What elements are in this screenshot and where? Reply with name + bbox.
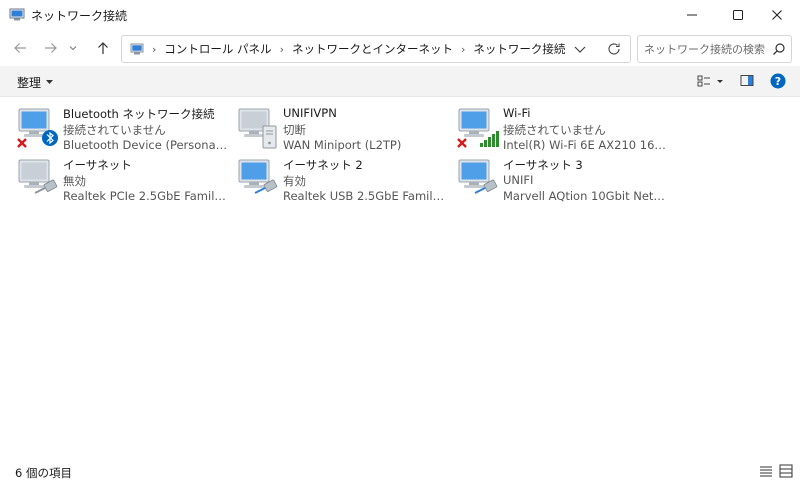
search-input[interactable] (644, 40, 766, 58)
connection-name: イーサネット 3 (503, 158, 583, 172)
breadcrumb-separator: › (460, 42, 466, 56)
bluetooth-network-icon (17, 108, 58, 148)
ethernet-network-icon (238, 159, 278, 194)
preview-pane-icon[interactable] (740, 72, 754, 90)
command-bar: 整理 ? (0, 66, 800, 96)
organize-button[interactable]: 整理 (17, 74, 54, 91)
search-icon (773, 43, 785, 55)
breadcrumb-item-network-connections[interactable]: ネットワーク接続 (473, 41, 565, 57)
connection-device: Realtek PCIe 2.5GbE Family Contr... (63, 189, 228, 203)
list-item-bluetooth[interactable]: Bluetooth ネットワーク接続 接続されていません Bluetooth D… (17, 106, 232, 156)
up-button[interactable] (91, 36, 115, 60)
list-item-ethernet[interactable]: イーサネット 無効 Realtek PCIe 2.5GbE Family Con… (17, 157, 232, 207)
window-title: ネットワーク接続 (31, 9, 128, 23)
connection-status: UNIFI (503, 173, 534, 187)
forward-arrow-icon (45, 43, 57, 53)
connection-name: UNIFIVPN (283, 106, 337, 120)
maximize-icon (733, 10, 743, 20)
svg-text:?: ? (775, 75, 781, 88)
refresh-icon[interactable] (606, 41, 622, 57)
connection-device: Realtek USB 2.5GbE Family Contr... (283, 189, 448, 203)
list-item-unifivpn[interactable]: UNIFIVPN 切断 WAN Miniport (L2TP) (237, 106, 452, 156)
back-arrow-icon (14, 43, 26, 53)
connection-device: Marvell AQtion 10Gbit Network A... (503, 189, 668, 203)
vpn-network-icon (238, 108, 277, 149)
back-button[interactable] (8, 36, 32, 60)
connection-device: Intel(R) Wi-Fi 6E AX210 160MHz (503, 138, 668, 152)
chevron-down-icon (46, 80, 54, 84)
breadcrumb-separator: › (279, 42, 284, 56)
item-count: 6 個の項目 (15, 466, 72, 480)
change-view-icon[interactable] (697, 72, 711, 90)
minimize-button[interactable] (669, 0, 715, 30)
list-item-wifi[interactable]: Wi-Fi 接続されていません Intel(R) Wi-Fi 6E AX210 … (457, 106, 672, 156)
connections-list: Bluetooth ネットワーク接続 接続されていません Bluetooth D… (0, 96, 800, 458)
connection-status: 有効 (283, 174, 306, 188)
wifi-network-icon (457, 108, 499, 148)
breadcrumb: › コントロール パネル › ネットワークとインターネット › ネットワーク接続 (130, 36, 565, 62)
network-connections-app-icon (9, 8, 25, 21)
ethernet-network-icon (458, 159, 498, 194)
connection-device: WAN Miniport (L2TP) (283, 138, 402, 152)
connection-status: 接続されていません (63, 123, 166, 137)
close-icon (772, 10, 782, 20)
list-item-ethernet-3[interactable]: イーサネット 3 UNIFI Marvell AQtion 10Gbit Net… (457, 157, 672, 207)
navigation-bar: › コントロール パネル › ネットワークとインターネット › ネットワーク接続 (0, 30, 800, 66)
connection-status: 接続されていません (503, 123, 606, 137)
close-button[interactable] (754, 0, 800, 30)
organize-label: 整理 (17, 76, 42, 90)
list-item-ethernet-2[interactable]: イーサネット 2 有効 Realtek USB 2.5GbE Family Co… (237, 157, 452, 207)
status-bar: 6 個の項目 (0, 458, 800, 484)
connection-status: 無効 (63, 174, 86, 188)
breadcrumb-item-network-internet[interactable]: ネットワークとインターネット (292, 41, 453, 57)
connection-status: 切断 (283, 123, 306, 137)
minimize-icon (687, 14, 697, 16)
address-history-chevron-icon[interactable] (572, 41, 588, 57)
address-bar[interactable]: › コントロール パネル › ネットワークとインターネット › ネットワーク接続 (121, 35, 631, 63)
details-view-icon[interactable] (759, 464, 773, 478)
view-options-chevron-icon[interactable] (716, 72, 724, 90)
breadcrumb-separator: › (152, 42, 157, 56)
control-panel-icon (130, 43, 144, 55)
connection-device: Bluetooth Device (Personal Area ... (63, 138, 228, 152)
up-arrow-icon (98, 42, 108, 54)
ethernet-network-icon (18, 159, 58, 194)
recent-locations-button[interactable] (64, 36, 82, 60)
connection-name: Bluetooth ネットワーク接続 (63, 107, 215, 121)
connection-name: Wi-Fi (503, 106, 531, 120)
connection-name: イーサネット (63, 158, 132, 172)
connection-name: イーサネット 2 (283, 158, 363, 172)
tiles-view-icon[interactable] (779, 464, 793, 478)
search-box[interactable] (637, 35, 792, 63)
title-bar: ネットワーク接続 (0, 0, 800, 30)
forward-button[interactable] (39, 36, 63, 60)
help-icon[interactable]: ? (770, 73, 786, 89)
breadcrumb-item-control-panel[interactable]: コントロール パネル (164, 41, 271, 57)
chevron-down-icon (69, 46, 77, 51)
